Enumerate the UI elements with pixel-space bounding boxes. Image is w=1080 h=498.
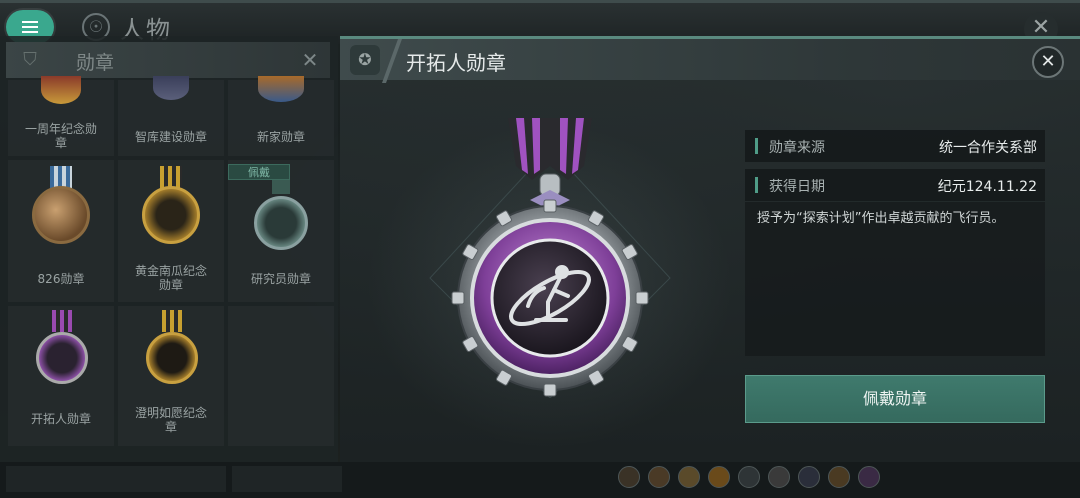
wear-tag: 佩戴 [228, 164, 290, 180]
researcher-medal-icon [254, 196, 308, 250]
medal-ribbon [50, 166, 72, 188]
date-value: 纪元124.11.22 [937, 179, 1037, 195]
medal-cell[interactable]: 智库建设勋章 [118, 76, 224, 156]
mini-medal-icon [618, 466, 640, 488]
header-divider [381, 39, 403, 83]
medal-name-line2: 章 [164, 420, 177, 434]
bottom-medal-strip [0, 462, 1080, 498]
medal-cell[interactable]: 研究员勋章 [228, 160, 334, 302]
medal-cell[interactable]: 黄金南瓜纪念 勋章 [118, 160, 224, 302]
medal-list-close-icon[interactable]: ✕ [296, 46, 324, 74]
medal-name: 一周年纪念勋 [24, 122, 97, 136]
medal-name-line2: 勋章 [158, 278, 183, 292]
medal-list-header: ⛉ 勋章 ✕ [6, 42, 330, 78]
medal-cell[interactable]: 澄明如愿纪念 章 [118, 306, 224, 446]
row-accent [755, 177, 758, 193]
source-label: 勋章来源 [769, 140, 825, 156]
medal-name: 澄明如愿纪念 [134, 406, 207, 420]
bottom-slot [232, 466, 342, 492]
mini-medal-icon [648, 466, 670, 488]
star-badge-icon: ⛉ [23, 49, 37, 70]
source-row: 勋章来源 统一合作关系部 [745, 130, 1045, 162]
moon-medal-icon [146, 332, 198, 384]
medal-list-title: 勋章 [76, 52, 115, 74]
medal-name: 新家勋章 [256, 130, 305, 144]
medal-name-line2: 章 [54, 136, 67, 150]
row-accent [755, 138, 758, 154]
medal-name: 黄金南瓜纪念 [134, 264, 207, 278]
medal-cell[interactable]: 新家勋章 [228, 76, 334, 156]
medal-list-panel: ⛉ 勋章 ✕ 一周年纪念勋 章 智库建设勋章 新家勋章 826勋章 黄金南瓜纪念 [0, 36, 338, 462]
medal-ribbon [52, 310, 72, 332]
mini-medal-icon [768, 466, 790, 488]
medal-name: 研究员勋章 [250, 272, 311, 286]
mini-medal-icon [858, 466, 880, 488]
hamburger-icon [22, 21, 38, 33]
mini-medal-icon [798, 466, 820, 488]
detail-close-icon[interactable]: ✕ [1032, 46, 1064, 78]
think-tank-medal-icon [153, 76, 189, 100]
new-home-medal-icon [258, 76, 304, 102]
anniversary-medal-icon [41, 76, 81, 104]
medal-name: 智库建设勋章 [134, 130, 207, 144]
mini-medal-icon [828, 466, 850, 488]
ribbon-stripes [508, 118, 592, 180]
medal-cell-selected[interactable]: 开拓人勋章 [8, 306, 114, 446]
date-label: 获得日期 [769, 179, 825, 195]
medal-cell-empty [228, 306, 334, 446]
medal-name: 开拓人勋章 [30, 412, 91, 426]
medal-grid: 一周年纪念勋 章 智库建设勋章 新家勋章 826勋章 黄金南瓜纪念 勋章 研究员… [6, 76, 334, 458]
medal-detail-panel: ✪ 开拓人勋章 ✕ 勋章来源 统一合作关系部 获得日期 纪元124.11.22 … [340, 36, 1080, 462]
pioneer-medal-icon [36, 332, 88, 384]
826-medal-icon [32, 186, 90, 244]
medal-ribbon [162, 310, 182, 332]
medal-ribbon [160, 166, 182, 188]
date-row: 获得日期 纪元124.11.22 [745, 169, 1045, 201]
mini-medal-icon [738, 466, 760, 488]
medal-cell[interactable]: 一周年纪念勋 章 [8, 76, 114, 156]
mini-medal-icon [708, 466, 730, 488]
bottom-slot [6, 466, 226, 492]
wear-medal-button[interactable]: 佩戴勋章 [745, 375, 1045, 423]
pioneer-medal-illustration [429, 118, 671, 398]
source-value: 统一合作关系部 [939, 140, 1037, 156]
medal-name: 826勋章 [37, 272, 85, 286]
medal-ribbon [272, 180, 290, 194]
detail-header: ✪ 开拓人勋章 [340, 36, 1080, 83]
description-text: 授予为“探索计划”作出卓越贡献的飞行员。 [757, 211, 1005, 226]
description-box: 授予为“探索计划”作出卓越贡献的飞行员。 [745, 202, 1045, 356]
star-badge-icon: ✪ [350, 45, 380, 75]
detail-title: 开拓人勋章 [406, 51, 506, 75]
mini-medal-icon [678, 466, 700, 488]
medal-cell[interactable]: 826勋章 [8, 160, 114, 302]
pumpkin-medal-icon [142, 186, 200, 244]
